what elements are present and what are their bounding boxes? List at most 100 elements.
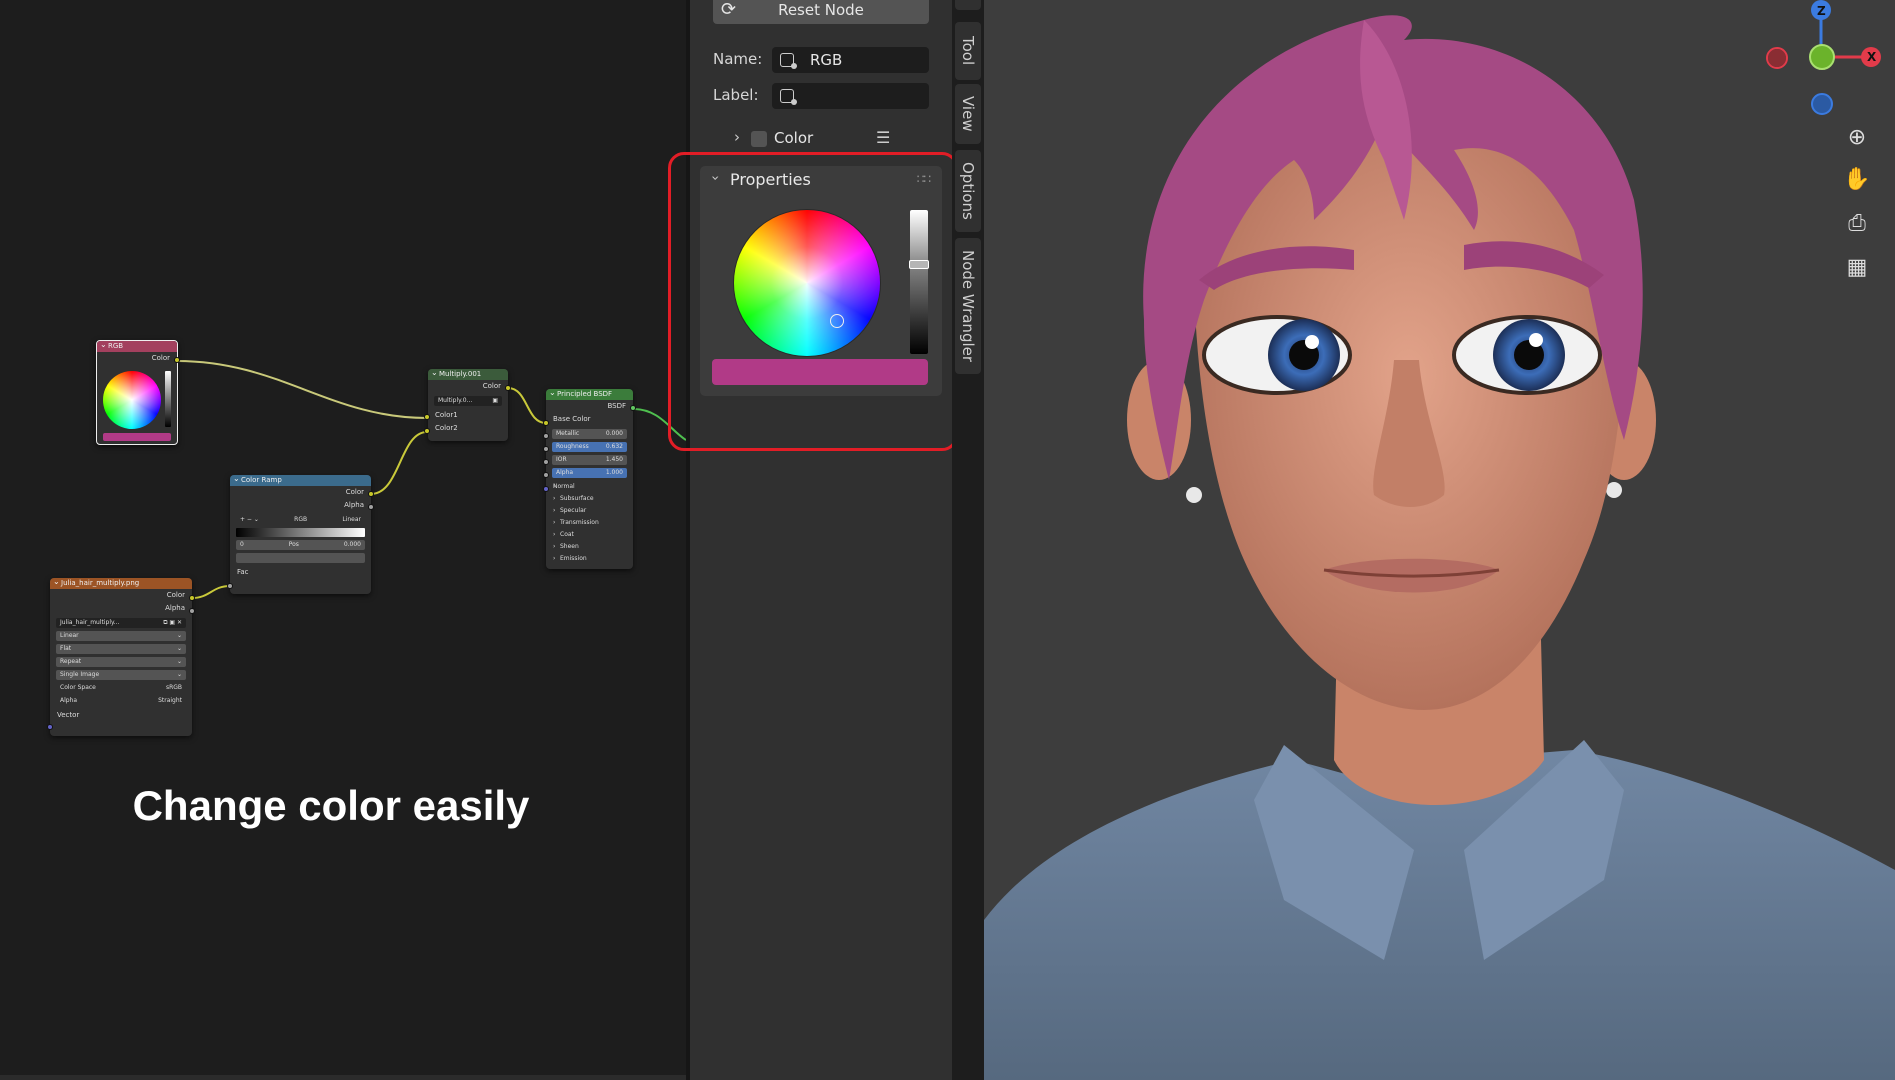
list-icon[interactable]: ☰ (876, 128, 890, 147)
rgb-output-socket[interactable] (174, 357, 180, 363)
image-selector[interactable]: Julia_hair_multiply... ⧉ ▣ ✕ (56, 618, 186, 628)
alpha-field[interactable]: Alpha 1.000 (552, 468, 627, 478)
eye-highlight-left (1305, 335, 1319, 349)
projection-dropdown[interactable]: Flat ⌄ (56, 644, 186, 654)
eye-highlight-right (1529, 333, 1543, 347)
color-ramp-node[interactable]: Color Ramp Color Alpha + − ⌄RGBLinear 0P… (230, 475, 371, 594)
input-fac: Fac (237, 568, 249, 576)
mini-color-swatch[interactable] (103, 433, 171, 441)
interpolation-dropdown[interactable]: Linear ⌄ (56, 631, 186, 641)
node-editor[interactable]: RGB Color Multiply.001 Color Multiply.0.… (0, 0, 686, 1080)
character-render: Z X (984, 0, 1895, 1080)
earring-right (1606, 482, 1622, 498)
source-dropdown[interactable]: Single Image ⌄ (56, 670, 186, 680)
tab-item[interactable] (955, 0, 981, 10)
color-section-header[interactable]: › Color ☰ (690, 126, 952, 152)
name-field[interactable]: RGB (772, 47, 929, 73)
image-color-socket[interactable] (189, 595, 195, 601)
output-color: Color (166, 591, 185, 599)
ior-socket[interactable] (543, 459, 549, 465)
ramp-gradient[interactable] (236, 528, 365, 537)
label-field[interactable] (772, 83, 929, 109)
rgb-node[interactable]: RGB Color (96, 340, 178, 445)
tab-tool[interactable]: Tool (955, 22, 981, 80)
ior-field[interactable]: IOR 1.450 (552, 455, 627, 465)
multiply-color1-socket[interactable] (424, 414, 430, 420)
gizmo-neg-x-fill (1768, 49, 1786, 67)
output-color: Color (151, 354, 170, 362)
color-space-row[interactable]: Color Space sRGB (56, 683, 186, 693)
panel-transmission[interactable]: Transmission (546, 517, 633, 529)
chevron-right-icon: › (734, 128, 740, 146)
ramp-position-field[interactable]: 0 Pos 0.000 (236, 540, 365, 550)
label-label: Label: (713, 86, 759, 104)
node-header[interactable]: Julia_hair_multiply.png (50, 578, 192, 589)
image-alpha-socket[interactable] (189, 608, 195, 614)
reset-node-button[interactable]: ⟳ Reset Node (713, 0, 929, 24)
link-ramp-multiply (370, 431, 428, 495)
hand-icon[interactable]: ✋ (1839, 162, 1875, 198)
image-texture-node[interactable]: Julia_hair_multiply.png Color Alpha Juli… (50, 578, 192, 736)
node-group-field[interactable]: Multiply.0... ▣ (434, 396, 502, 406)
node-header[interactable]: Principled BSDF (546, 389, 633, 400)
panel-sheen[interactable]: Sheen (546, 541, 633, 553)
mini-value-slider[interactable] (165, 371, 171, 427)
mini-color-wheel[interactable] (103, 371, 161, 429)
input-normal: Normal (546, 481, 633, 493)
zoom-icon[interactable]: ⊕ (1839, 120, 1875, 156)
tab-node-wrangler[interactable]: Node Wrangler (955, 238, 981, 374)
gizmo-z-label: Z (1817, 4, 1826, 18)
metallic-socket[interactable] (543, 433, 549, 439)
panel-subsurface[interactable]: Subsurface (546, 493, 633, 505)
panel-coat[interactable]: Coat (546, 529, 633, 541)
input-vector: Vector (57, 711, 80, 719)
ramp-color-field[interactable] (236, 553, 365, 563)
alpha-mode-row[interactable]: Alpha Straight (56, 696, 186, 706)
refresh-icon: ⟳ (721, 0, 737, 20)
node-header[interactable]: Color Ramp (230, 475, 371, 486)
color-checkbox[interactable] (751, 131, 767, 147)
camera-icon[interactable]: ⎙ (1839, 206, 1875, 242)
ramp-color-socket[interactable] (368, 491, 374, 497)
multiply-node[interactable]: Multiply.001 Color Multiply.0...▣ Color1… (428, 369, 508, 441)
node-header[interactable]: RGB (97, 341, 177, 352)
image-vector-socket[interactable] (47, 724, 53, 730)
caption-text: Change color easily (132, 782, 530, 829)
link-image-ramp (191, 585, 231, 599)
alpha-socket[interactable] (543, 472, 549, 478)
panel-emission[interactable]: Emission (546, 553, 633, 565)
output-bsdf: BSDF (607, 402, 626, 410)
metallic-field[interactable]: Metallic 0.000 (552, 429, 627, 439)
link-rgb-multiply (176, 360, 428, 419)
name-label: Name: (713, 50, 763, 68)
multiply-color2-socket[interactable] (424, 428, 430, 434)
earring-left (1186, 487, 1202, 503)
node-icon (780, 89, 797, 105)
highlight-frame (668, 152, 958, 451)
ramp-controls[interactable]: + − ⌄ RGB Linear (236, 515, 365, 525)
tab-options[interactable]: Options (955, 150, 981, 232)
roughness-socket[interactable] (543, 446, 549, 452)
base-color-socket[interactable] (543, 420, 549, 426)
3d-viewport[interactable]: Z X ⊕ ✋ ⎙ ▦ (984, 0, 1895, 1080)
bsdf-output-socket[interactable] (630, 405, 636, 411)
node-header[interactable]: Multiply.001 (428, 369, 508, 380)
input-base-color: Base Color (553, 415, 591, 423)
roughness-field[interactable]: Roughness 0.632 (552, 442, 627, 452)
gizmo-y (1809, 44, 1835, 70)
extension-dropdown[interactable]: Repeat ⌄ (56, 657, 186, 667)
output-color: Color (345, 488, 364, 496)
output-alpha: Alpha (344, 501, 364, 509)
editor-bottom-strip (0, 1075, 686, 1080)
panel-specular[interactable]: Specular (546, 505, 633, 517)
input-color2: Color2 (435, 424, 458, 432)
tab-view[interactable]: View (955, 84, 981, 144)
principled-bsdf-node[interactable]: Principled BSDF BSDF Base Color Metallic… (546, 389, 633, 569)
navigation-gizmo: Z X (1766, 0, 1881, 115)
ramp-alpha-socket[interactable] (368, 504, 374, 510)
ramp-fac-socket[interactable] (227, 583, 233, 589)
grid-icon[interactable]: ▦ (1839, 250, 1875, 286)
normal-socket[interactable] (543, 486, 549, 492)
node-icon (780, 53, 797, 69)
multiply-output-socket[interactable] (505, 385, 511, 391)
